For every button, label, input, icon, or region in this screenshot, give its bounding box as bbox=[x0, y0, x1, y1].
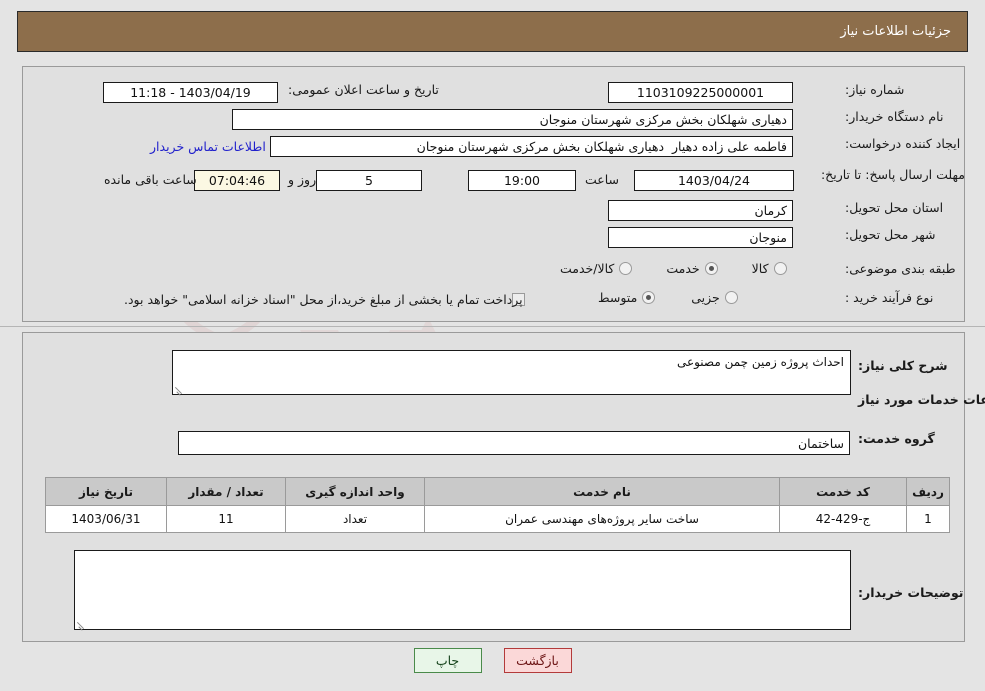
buyer-notes-label: توضیحات خریدار: bbox=[858, 585, 964, 600]
cell-unit: تعداد bbox=[285, 505, 425, 533]
cell-service-name: ساخت سایر پروژه‌های مهندسی عمران bbox=[424, 505, 780, 533]
city-field[interactable] bbox=[608, 227, 793, 248]
services-table: ردیف کد خدمت نام خدمت واحد اندازه گیری ت… bbox=[45, 477, 950, 533]
category-radio-group: کالا خدمت کالا/خدمت bbox=[560, 261, 787, 276]
cell-service-code: ج-429-42 bbox=[779, 505, 907, 533]
announce-datetime-field[interactable] bbox=[103, 82, 278, 103]
purchase-process-label: نوع فرآیند خرید : bbox=[845, 290, 934, 305]
back-button[interactable]: بازگشت bbox=[503, 648, 572, 673]
cell-need-date: 1403/06/31 bbox=[45, 505, 167, 533]
buyer-org-field[interactable] bbox=[232, 109, 793, 130]
services-section-heading: اطلاعات خدمات مورد نیاز bbox=[858, 392, 985, 407]
radio-icon[interactable] bbox=[724, 291, 738, 304]
radio-icon[interactable] bbox=[619, 262, 633, 275]
deadline-time-field[interactable] bbox=[468, 170, 576, 191]
deadline-label: مهلت ارسال پاسخ: تا تاریخ: bbox=[820, 167, 965, 182]
cell-quantity: 11 bbox=[166, 505, 286, 533]
radio-icon[interactable] bbox=[773, 262, 787, 275]
remaining-suffix-label: ساعت باقی مانده bbox=[104, 172, 197, 187]
print-button[interactable]: چاپ bbox=[413, 648, 482, 673]
buyer-contact-link[interactable]: اطلاعات تماس خریدار bbox=[150, 139, 266, 154]
requester-label: ایجاد کننده درخواست: bbox=[845, 136, 961, 151]
page-header: جزئیات اطلاعات نیاز bbox=[17, 11, 968, 52]
col-service-name: نام خدمت bbox=[424, 477, 780, 506]
col-quantity: تعداد / مقدار bbox=[166, 477, 286, 506]
countdown-field[interactable] bbox=[194, 170, 280, 191]
province-label: استان محل تحویل: bbox=[845, 200, 944, 215]
need-summary-panel bbox=[22, 66, 965, 322]
deadline-hour-label: ساعت bbox=[585, 172, 620, 187]
category-option-2[interactable]: کالا/خدمت bbox=[560, 261, 633, 276]
city-label: شهر محل تحویل: bbox=[845, 227, 936, 242]
province-label-wrap: استان محل تحویل: bbox=[845, 200, 943, 215]
deadline-label-wrap: مهلت ارسال پاسخ: تا تاریخ: bbox=[821, 164, 965, 183]
category-option-2-label: کالا/خدمت bbox=[560, 261, 615, 276]
process-option-1[interactable]: متوسط bbox=[598, 290, 656, 305]
table-row: 1 ج-429-42 ساخت سایر پروژه‌های مهندسی عم… bbox=[45, 505, 950, 533]
city-label-wrap: شهر محل تحویل: bbox=[845, 227, 935, 242]
general-desc-textarea[interactable] bbox=[172, 350, 851, 395]
action-button-bar: بازگشت چاپ bbox=[0, 648, 985, 673]
general-desc-label: شرح کلی نیاز: bbox=[858, 358, 948, 373]
need-number-label-wrap: شماره نیاز: bbox=[845, 82, 904, 97]
requester-field[interactable] bbox=[270, 136, 793, 157]
process-option-1-label: متوسط bbox=[598, 290, 638, 305]
announce-label-wrap: تاریخ و ساعت اعلان عمومی: bbox=[288, 82, 439, 97]
cell-row-no: 1 bbox=[906, 505, 950, 533]
category-option-1-label: خدمت bbox=[666, 261, 700, 276]
service-group-label: گروه خدمت: bbox=[858, 431, 935, 446]
treasury-note-text: پرداخت تمام یا بخشی از مبلغ خرید،از محل … bbox=[124, 292, 523, 307]
days-separator-label: روز و bbox=[288, 172, 317, 187]
province-field[interactable] bbox=[608, 200, 793, 221]
col-unit: واحد اندازه گیری bbox=[285, 477, 425, 506]
category-option-0[interactable]: کالا bbox=[752, 261, 787, 276]
page-title: جزئیات اطلاعات نیاز bbox=[840, 24, 951, 39]
category-label-wrap: طبقه بندی موضوعی: bbox=[845, 261, 956, 276]
announce-datetime-label: تاریخ و ساعت اعلان عمومی: bbox=[288, 82, 439, 97]
need-number-label: شماره نیاز: bbox=[845, 82, 905, 97]
radio-icon[interactable] bbox=[642, 291, 656, 304]
category-option-0-label: کالا bbox=[751, 261, 769, 276]
buyer-org-label-wrap: نام دستگاه خریدار: bbox=[845, 109, 943, 124]
deadline-date-field[interactable] bbox=[634, 170, 794, 191]
services-table-wrap: ردیف کد خدمت نام خدمت واحد اندازه گیری ت… bbox=[45, 477, 950, 533]
process-option-0[interactable]: جزیی bbox=[691, 290, 738, 305]
process-label-wrap: نوع فرآیند خرید : bbox=[845, 290, 933, 305]
need-number-field[interactable] bbox=[608, 82, 793, 103]
col-service-code: کد خدمت bbox=[779, 477, 907, 506]
service-group-field[interactable] bbox=[178, 431, 850, 455]
process-option-0-label: جزیی bbox=[691, 290, 720, 305]
category-label: طبقه بندی موضوعی: bbox=[845, 261, 956, 276]
radio-icon[interactable] bbox=[704, 262, 718, 275]
table-header-row: ردیف کد خدمت نام خدمت واحد اندازه گیری ت… bbox=[45, 477, 950, 506]
process-radio-group: جزیی متوسط bbox=[598, 290, 738, 305]
buyer-notes-textarea[interactable] bbox=[74, 550, 851, 630]
col-row-no: ردیف bbox=[906, 477, 950, 506]
days-remaining-field[interactable] bbox=[316, 170, 422, 191]
col-need-date: تاریخ نیاز bbox=[45, 477, 167, 506]
category-option-1[interactable]: خدمت bbox=[666, 261, 718, 276]
requester-label-wrap: ایجاد کننده درخواست: bbox=[845, 136, 960, 151]
section-divider bbox=[0, 326, 985, 327]
buyer-org-label: نام دستگاه خریدار: bbox=[845, 109, 944, 124]
